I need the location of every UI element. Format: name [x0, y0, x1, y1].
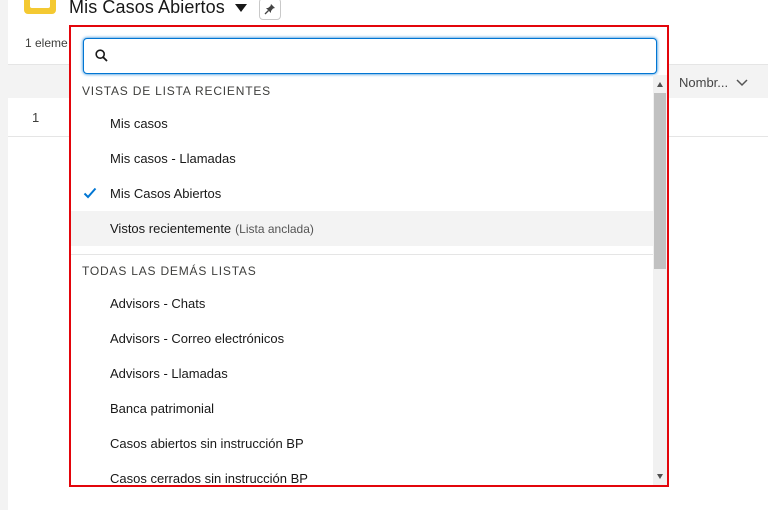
- list-option-label: Mis Casos Abiertos: [110, 186, 222, 201]
- list-option-mis-casos[interactable]: Mis casos: [71, 106, 653, 141]
- pin-icon: [264, 4, 275, 15]
- list-option-advisors-llamadas[interactable]: Advisors - Llamadas: [71, 356, 653, 391]
- list-option-label: Advisors - Llamadas: [110, 366, 228, 381]
- list-option-mis-casos-abiertos[interactable]: Mis Casos Abiertos: [71, 176, 653, 211]
- recent-lists-heading: VISTAS DE LISTA RECIENTES: [82, 84, 271, 98]
- column-header-name[interactable]: Nombr...: [679, 75, 748, 90]
- list-option-label: Advisors - Correo electrónicos: [110, 331, 285, 346]
- list-option-advisors-chats[interactable]: Advisors - Chats: [71, 286, 653, 321]
- search-icon: [95, 49, 108, 62]
- row-number: 1: [32, 110, 40, 125]
- pin-list-button[interactable]: [258, 0, 281, 20]
- page-title[interactable]: Mis Casos Abiertos: [69, 0, 225, 18]
- list-option-label: Mis casos: [110, 116, 168, 131]
- list-option-mis-casos-llamadas[interactable]: Mis casos - Llamadas: [71, 141, 653, 176]
- item-count: 1 eleme: [25, 36, 68, 50]
- scrollbar-thumb[interactable]: [654, 93, 666, 269]
- scroll-up-arrow-icon[interactable]: [657, 82, 663, 87]
- check-icon: [83, 187, 97, 199]
- list-option-label: Advisors - Chats: [110, 296, 206, 311]
- caret-down-icon[interactable]: [234, 4, 247, 12]
- all-lists-heading: TODAS LAS DEMÁS LISTAS: [82, 264, 257, 278]
- list-option-advisors-correo[interactable]: Advisors - Correo electrónicos: [71, 321, 653, 356]
- search-field[interactable]: [83, 38, 657, 74]
- case-folder-icon: [24, 0, 56, 14]
- section-divider: [71, 254, 653, 255]
- scrollbar[interactable]: [653, 75, 667, 485]
- list-option-casos-abiertos-sin-instruccion[interactable]: Casos abiertos sin instrucción BP: [71, 426, 653, 461]
- list-option-label: Banca patrimonial: [110, 401, 215, 416]
- list-option-banca-patrimonial[interactable]: Banca patrimonial: [71, 391, 653, 426]
- list-option-label-group: Vistos recientemente (Lista anclada): [110, 221, 314, 236]
- list-option-casos-cerrados-sin-instruccion[interactable]: Casos cerrados sin instrucción BP: [71, 461, 653, 486]
- list-view-picker-dropdown: VISTAS DE LISTA RECIENTES Mis casos Mis …: [69, 25, 669, 487]
- list-view-title-row[interactable]: Mis Casos Abiertos: [69, 0, 281, 20]
- pinned-list-note: (Lista anclada): [235, 222, 314, 236]
- list-option-label: Casos cerrados sin instrucción BP: [110, 471, 308, 486]
- list-option-label: Vistos recientemente: [110, 221, 232, 236]
- list-option-vistos-recientemente[interactable]: Vistos recientemente (Lista anclada): [71, 211, 653, 246]
- search-input[interactable]: [116, 39, 650, 73]
- column-header-label: Nombr...: [679, 75, 729, 90]
- list-option-label: Casos abiertos sin instrucción BP: [110, 436, 304, 451]
- chevron-down-icon[interactable]: [736, 78, 748, 87]
- list-option-label: Mis casos - Llamadas: [110, 151, 236, 166]
- scroll-down-arrow-icon[interactable]: [657, 474, 663, 479]
